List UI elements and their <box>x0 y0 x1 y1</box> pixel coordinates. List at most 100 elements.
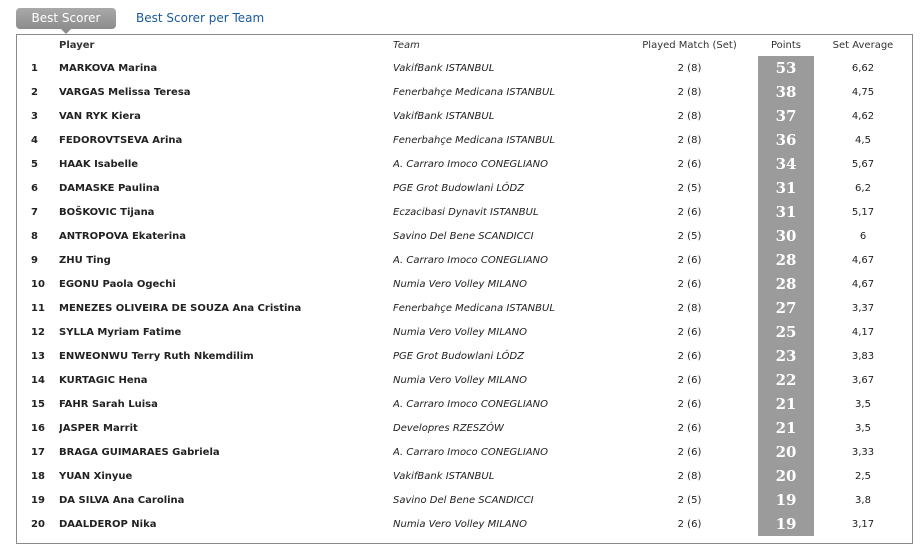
played-match-cell: 2 (6) <box>677 206 702 218</box>
rank-cell: 13 <box>31 350 45 362</box>
player-name: ANTROPOVA Ekaterina <box>59 230 186 242</box>
table-row: 5 HAAK Isabelle A. Carraro Imoco CONEGLIAN… <box>17 152 912 176</box>
rank-cell: 7 <box>31 206 38 218</box>
set-average-cell: 6,62 <box>851 62 875 74</box>
player-name: MENEZES OLIVEIRA DE SOUZA Ana Cristina <box>59 302 302 314</box>
tab-bar: Best Scorer Best Scorer per Team <box>16 7 264 34</box>
set-average-cell: 3,17 <box>851 518 875 530</box>
points-cell: 28 <box>758 248 814 272</box>
played-match-cell: 2 (8) <box>677 110 702 122</box>
table-row: 14 KURTAGIC Hena Numia Vero Volley MILANO 2… <box>17 368 912 392</box>
points-cell: 28 <box>758 272 814 296</box>
set-average-cell: 4,67 <box>851 278 875 290</box>
table-row: 3 VAN RYK Kiera VakifBank ISTANBUL 2 (8) 37 4… <box>17 104 912 128</box>
tab-best-scorer-label: Best Scorer <box>31 11 101 25</box>
table-row: 9 ZHU Ting A. Carraro Imoco CONEGLIANO 2 (6… <box>17 248 912 272</box>
player-name: BRAGA GUIMARAES Gabriela <box>59 446 220 458</box>
header-set-average: Set Average <box>832 40 894 51</box>
tab-best-scorer-per-team[interactable]: Best Scorer per Team <box>136 11 264 25</box>
played-match-cell: 2 (5) <box>677 230 702 242</box>
player-name: DA SILVA Ana Carolina <box>59 494 185 506</box>
points-cell: 19 <box>758 488 814 512</box>
points-cell: 21 <box>758 416 814 440</box>
table-row: 13 ENWEONWU Terry Ruth Nkemdilim PGE Grot … <box>17 344 912 368</box>
player-name: VARGAS Melissa Teresa <box>59 86 191 98</box>
points-cell: 20 <box>758 440 814 464</box>
rank-cell: 8 <box>31 230 38 242</box>
player-name: DAALDEROP Nika <box>59 518 157 530</box>
team-name: VakifBank ISTANBUL <box>393 62 495 74</box>
played-match-cell: 2 (5) <box>677 494 702 506</box>
header-player: Player <box>59 40 95 51</box>
table-row: 7 BOŠKOVIC Tijana Eczacibasi Dynavit ISTAN… <box>17 200 912 224</box>
table-row: 6 DAMASKE Paulina PGE Grot Budowlani LÓDZ 2… <box>17 176 912 200</box>
played-match-cell: 2 (5) <box>677 182 702 194</box>
team-name: A. Carraro Imoco CONEGLIANO <box>393 398 548 410</box>
played-match-cell: 2 (6) <box>677 518 702 530</box>
team-name: Savino Del Bene SCANDICCI <box>393 230 534 242</box>
points-cell: 30 <box>758 224 814 248</box>
rank-cell: 19 <box>31 494 45 506</box>
rank-cell: 4 <box>31 134 38 146</box>
table-row: 11 MENEZES OLIVEIRA DE SOUZA Ana Cristina… <box>17 296 912 320</box>
player-name: VAN RYK Kiera <box>59 110 141 122</box>
team-name: Fenerbahçe Medicana ISTANBUL <box>393 134 555 146</box>
points-cell: 23 <box>758 344 814 368</box>
player-name: MARKOVA Marina <box>59 62 158 74</box>
team-name: Fenerbahçe Medicana ISTANBUL <box>393 86 555 98</box>
played-match-cell: 2 (8) <box>677 302 702 314</box>
team-name: Numia Vero Volley MILANO <box>393 326 527 338</box>
team-name: Savino Del Bene SCANDICCI <box>393 494 534 506</box>
points-cell: 25 <box>758 320 814 344</box>
set-average-cell: 4,75 <box>851 86 875 98</box>
points-cell: 22 <box>758 368 814 392</box>
points-cell: 34 <box>758 152 814 176</box>
team-name: PGE Grot Budowlani LÓDZ <box>393 182 525 194</box>
rank-cell: 14 <box>31 374 45 386</box>
set-average-cell: 5,17 <box>851 206 875 218</box>
points-cell: 27 <box>758 296 814 320</box>
scorer-table-panel: Player Team Played Match (Set) Points Se… <box>16 34 913 544</box>
scorer-table: Player Team Played Match (Set) Points Se… <box>17 35 912 536</box>
header-rank <box>17 35 59 56</box>
team-name: Numia Vero Volley MILANO <box>393 518 527 530</box>
tab-best-scorer[interactable]: Best Scorer <box>16 7 116 34</box>
played-match-cell: 2 (8) <box>677 134 702 146</box>
played-match-cell: 2 (8) <box>677 470 702 482</box>
table-row: 15 FAHR Sarah Luisa A. Carraro Imoco CONEG… <box>17 392 912 416</box>
rank-cell: 2 <box>31 86 38 98</box>
set-average-cell: 3,37 <box>851 302 875 314</box>
table-row: 2 VARGAS Melissa Teresa Fenerbahçe Medican… <box>17 80 912 104</box>
rank-cell: 20 <box>31 518 45 530</box>
rank-cell: 1 <box>31 62 38 74</box>
team-name: PGE Grot Budowlani LÓDZ <box>393 350 525 362</box>
set-average-cell: 2,5 <box>855 470 871 482</box>
player-name: ENWEONWU Terry Ruth Nkemdilim <box>59 350 254 362</box>
player-name: HAAK Isabelle <box>59 158 139 170</box>
header-played: Played Match (Set) <box>642 40 737 51</box>
played-match-cell: 2 (8) <box>677 62 702 74</box>
set-average-cell: 3,83 <box>851 350 875 362</box>
points-cell: 21 <box>758 392 814 416</box>
rank-cell: 15 <box>31 398 45 410</box>
rank-cell: 16 <box>31 422 45 434</box>
points-cell: 53 <box>758 56 814 80</box>
set-average-cell: 6 <box>859 230 867 242</box>
table-row: 8 ANTROPOVA Ekaterina Savino Del Bene SCAN… <box>17 224 912 248</box>
points-cell: 31 <box>758 200 814 224</box>
table-row: 16 JASPER Marrit Developres RZESZÓW 2 (6) 21… <box>17 416 912 440</box>
played-match-cell: 2 (6) <box>677 374 702 386</box>
points-cell: 38 <box>758 80 814 104</box>
played-match-cell: 2 (6) <box>677 446 702 458</box>
team-name: A. Carraro Imoco CONEGLIANO <box>393 254 548 266</box>
rank-cell: 5 <box>31 158 38 170</box>
team-name: A. Carraro Imoco CONEGLIANO <box>393 446 548 458</box>
table-row: 4 FEDOROVTSEVA Arina Fenerbahçe Medicana I… <box>17 128 912 152</box>
rank-cell: 18 <box>31 470 45 482</box>
rank-cell: 12 <box>31 326 45 338</box>
played-match-cell: 2 (6) <box>677 278 702 290</box>
points-cell: 31 <box>758 176 814 200</box>
rank-cell: 11 <box>31 302 45 314</box>
table-row: 12 SYLLA Myriam Fatime Numia Vero Volley M… <box>17 320 912 344</box>
table-row: 19 DA SILVA Ana Carolina Savino Del Bene S… <box>17 488 912 512</box>
